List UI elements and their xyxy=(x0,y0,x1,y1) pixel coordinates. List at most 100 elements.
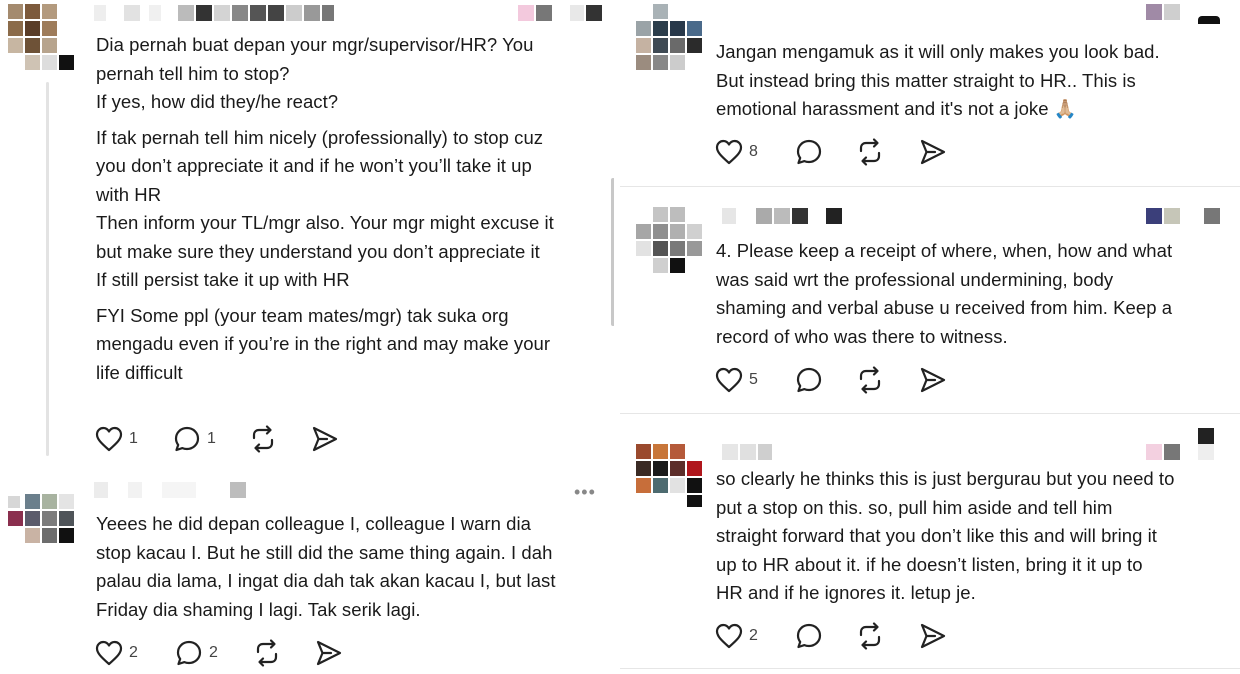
repost-icon xyxy=(859,622,881,650)
post-line: up to HR about it. if he doesn’t listen,… xyxy=(716,553,1143,575)
username-redacted[interactable] xyxy=(94,482,254,498)
post-line: pernah tell him to stop? xyxy=(96,62,290,84)
post-line: was said wrt the professional underminin… xyxy=(716,268,1114,290)
post-body: Yeees he did depan colleague I, colleagu… xyxy=(96,510,608,624)
post-actions: 2 2 xyxy=(95,636,355,670)
post-line: emotional harassment and it's not a joke… xyxy=(716,98,1077,119)
post-line: Yeees he did depan colleague I, colleagu… xyxy=(96,513,531,534)
share-button[interactable] xyxy=(918,135,948,169)
like-count: 5 xyxy=(749,371,758,388)
avatar[interactable] xyxy=(8,4,80,76)
repost-button[interactable] xyxy=(248,422,278,456)
send-icon xyxy=(920,367,946,393)
reply-count: 2 xyxy=(209,644,218,661)
repost-icon xyxy=(256,639,278,667)
like-button[interactable]: 2 xyxy=(715,619,758,653)
send-icon xyxy=(920,139,946,165)
post-actions: 1 1 xyxy=(95,422,355,456)
post-body: 4. Please keep a receipt of where, when,… xyxy=(716,237,1231,351)
post-line: If still persist take it up with HR xyxy=(96,269,350,290)
meta-redacted xyxy=(1146,208,1226,224)
post-line: stop kacau I. But he still did the same … xyxy=(96,541,553,563)
repost-icon xyxy=(252,425,274,453)
comment-bubble-icon xyxy=(796,139,822,165)
thread-post: 4. Please keep a receipt of where, when,… xyxy=(620,187,1240,413)
repost-button[interactable] xyxy=(855,135,885,169)
post-line: If yes, how did they/he react? xyxy=(96,91,339,112)
like-button[interactable]: 2 xyxy=(95,636,138,670)
thread-post: Jangan mengamuk as it will only makes yo… xyxy=(620,0,1240,186)
heart-icon xyxy=(715,367,743,393)
post-line: you don’t appreciate it and if he won’t … xyxy=(96,155,532,176)
reply-count: 1 xyxy=(207,430,216,447)
thread-post: so clearly he thinks this is just bergur… xyxy=(620,414,1240,674)
repost-button[interactable] xyxy=(252,636,282,670)
post-body: so clearly he thinks this is just bergur… xyxy=(716,465,1234,608)
meta-redacted xyxy=(518,5,608,21)
reply-button[interactable] xyxy=(795,363,823,397)
comment-bubble-icon xyxy=(176,640,202,666)
like-count: 2 xyxy=(129,644,138,661)
share-button[interactable] xyxy=(314,636,344,670)
share-button[interactable] xyxy=(918,363,948,397)
thread-line xyxy=(46,82,49,456)
like-button[interactable]: 1 xyxy=(95,422,138,456)
username-redacted[interactable] xyxy=(722,444,782,460)
post-line: But instead bring this matter straight t… xyxy=(716,69,1136,91)
post-line: HR and if he ignores it. letup je. xyxy=(716,582,976,603)
send-icon xyxy=(920,623,946,649)
more-options-button[interactable]: ••• xyxy=(574,482,596,503)
username-redacted[interactable] xyxy=(722,208,862,224)
username-redacted[interactable] xyxy=(94,5,334,21)
meta-redacted xyxy=(1146,4,1226,24)
heart-icon xyxy=(95,640,123,666)
like-count: 1 xyxy=(129,430,138,447)
like-count: 2 xyxy=(749,627,758,644)
post-line: If tak pernah tell him nicely (professio… xyxy=(96,126,544,148)
reply-button[interactable]: 1 xyxy=(173,422,216,456)
post-line: Then inform your TL/mgr also. Your mgr m… xyxy=(96,212,554,233)
heart-icon xyxy=(715,623,743,649)
post-line: FYI Some ppl (your team mates/mgr) tak s… xyxy=(96,304,509,326)
left-thread-panel: Dia pernah buat depan your mgr/superviso… xyxy=(0,0,614,674)
post-actions: 8 xyxy=(715,135,975,169)
post-line: shaming and verbal abuse u received from… xyxy=(716,297,1173,318)
avatar[interactable] xyxy=(636,444,708,516)
comment-bubble-icon xyxy=(796,623,822,649)
reply-button[interactable]: 2 xyxy=(175,636,218,670)
post-line: with HR xyxy=(96,183,162,205)
send-icon xyxy=(316,640,342,666)
avatar[interactable] xyxy=(8,494,80,566)
post-line: Dia pernah buat depan your mgr/superviso… xyxy=(96,34,534,55)
post-line: 4. Please keep a receipt of where, when,… xyxy=(716,240,1173,261)
send-icon xyxy=(312,426,338,452)
post-line: mengadu even if you’re in the right and … xyxy=(96,333,551,354)
post-line: life difficult xyxy=(96,361,183,383)
post-line: straight forward that you don’t like thi… xyxy=(716,525,1157,546)
repost-button[interactable] xyxy=(855,619,885,653)
post-line: Friday dia shaming I lagi. Tak serik lag… xyxy=(96,598,421,620)
post-actions: 2 xyxy=(715,619,975,653)
heart-icon xyxy=(95,426,123,452)
post-body: Dia pernah buat depan your mgr/superviso… xyxy=(96,31,606,387)
right-thread-panel: Jangan mengamuk as it will only makes yo… xyxy=(620,0,1240,674)
like-button[interactable]: 8 xyxy=(715,135,758,169)
post-line: Jangan mengamuk as it will only makes yo… xyxy=(716,41,1160,62)
reply-button[interactable] xyxy=(795,135,823,169)
post-line: palau dia lama, I ingat dia dah tak akan… xyxy=(96,570,556,591)
reply-button[interactable] xyxy=(795,619,823,653)
like-button[interactable]: 5 xyxy=(715,363,758,397)
post-divider xyxy=(620,668,1240,669)
post-line: record of who was there to witness. xyxy=(716,325,1008,347)
share-button[interactable] xyxy=(918,619,948,653)
share-button[interactable] xyxy=(310,422,340,456)
heart-icon xyxy=(715,139,743,165)
post-line: but make sure they understand you don’t … xyxy=(96,240,540,262)
thread-post: Dia pernah buat depan your mgr/superviso… xyxy=(0,0,614,470)
avatar[interactable] xyxy=(636,4,708,76)
avatar[interactable] xyxy=(636,207,708,279)
post-line: put a stop on this. so, pull him aside a… xyxy=(716,496,1113,518)
post-line: so clearly he thinks this is just bergur… xyxy=(716,468,1175,489)
repost-button[interactable] xyxy=(855,363,885,397)
thread-post: ••• Yeees he did depan colleague I, coll… xyxy=(0,470,614,674)
